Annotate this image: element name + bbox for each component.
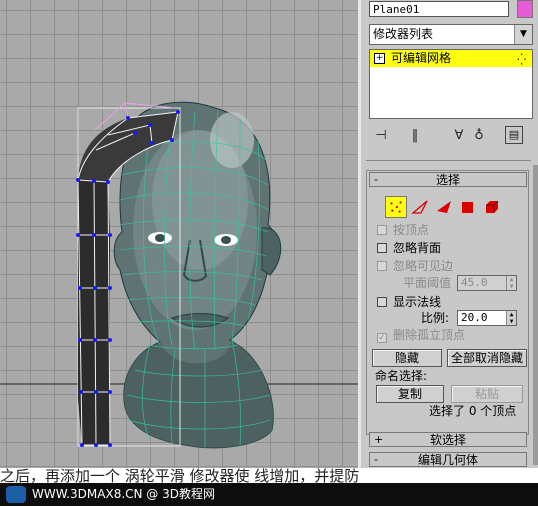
- chevron-down-icon[interactable]: ▼: [514, 25, 532, 44]
- planar-threshold-label: 平面阈值: [403, 276, 452, 290]
- stack-item-label: 可编辑网格: [391, 51, 452, 65]
- stack-item-editable-mesh[interactable]: + 可编辑网格 ⁛: [370, 50, 532, 67]
- modifier-list-label: 修改器列表: [373, 27, 434, 41]
- panel-divider: [366, 160, 531, 161]
- delete-isolated-vertices-checkbox[interactable]: ✓ 删除孤立顶点: [377, 328, 466, 343]
- spinner-arrows-icon[interactable]: ▲ ▼: [506, 311, 516, 325]
- selection-rollout-header[interactable]: - 选择: [369, 172, 527, 187]
- by-vertex-label: 按顶点: [393, 223, 430, 237]
- configure-sets-icon[interactable]: ▤: [505, 126, 523, 144]
- show-end-result-icon[interactable]: ‖: [405, 126, 425, 146]
- show-normals-label: 显示法线: [393, 295, 442, 309]
- spinner-arrows-icon[interactable]: ▲ ▼: [506, 276, 516, 290]
- by-vertex-checkbox[interactable]: 按顶点: [377, 223, 429, 237]
- hide-button[interactable]: 隐藏: [372, 349, 442, 367]
- soft-selection-rollout-title: 软选择: [429, 433, 466, 447]
- tutorial-caption: 之后，再添加一个 涡轮平滑 修改器使 线增加，并提防: [0, 468, 538, 484]
- viewport-scene: [0, 101, 358, 449]
- scale-label: 比例:: [421, 311, 450, 325]
- unhide-all-button[interactable]: 全部取消隐藏: [447, 349, 527, 367]
- watermark-footer: WWW.3DMAX8.CN @ 3D教程网: [0, 483, 538, 506]
- panel-scrollbar[interactable]: [533, 165, 538, 465]
- modifier-list-dropdown[interactable]: 修改器列表 ▼: [369, 24, 533, 45]
- checkbox-box[interactable]: ✓: [377, 333, 387, 343]
- delete-isolated-vertices-label: 删除孤立顶点: [393, 328, 466, 342]
- head-mesh: [113, 101, 282, 449]
- edit-geometry-rollout-title: 编辑几何体: [417, 453, 478, 467]
- vertex-icon[interactable]: [385, 196, 407, 218]
- perspective-viewport[interactable]: [0, 0, 358, 468]
- remove-modifier-icon[interactable]: ♁: [469, 126, 489, 146]
- object-color-swatch[interactable]: [517, 0, 533, 18]
- pin-stack-icon[interactable]: ⊣: [371, 126, 391, 146]
- planar-threshold-value: 45.0: [461, 276, 488, 289]
- subobject-icons: [385, 196, 515, 218]
- checkbox-box[interactable]: [377, 225, 387, 235]
- scale-value: 20.0: [461, 311, 488, 324]
- element-icon[interactable]: [481, 196, 503, 218]
- footer-text: WWW.3DMAX8.CN @ 3D教程网: [32, 487, 216, 501]
- checkbox-box[interactable]: [377, 261, 387, 271]
- show-normals-checkbox[interactable]: 显示法线: [377, 295, 441, 309]
- planar-threshold-spinner[interactable]: 45.0 ▲ ▼: [457, 275, 517, 291]
- expand-icon: +: [374, 433, 384, 446]
- ignore-visible-edges-checkbox[interactable]: 忽略可见边: [377, 259, 453, 273]
- object-name-field[interactable]: Plane01: [369, 1, 509, 17]
- edit-geometry-rollout-header[interactable]: - 编辑几何体: [369, 452, 527, 467]
- polygon-icon[interactable]: [457, 196, 479, 218]
- make-unique-icon[interactable]: ∀: [449, 126, 469, 146]
- collapse-icon: -: [374, 173, 378, 186]
- collapse-icon: -: [374, 453, 378, 466]
- ignore-backfacing-label: 忽略背面: [393, 241, 442, 255]
- soft-selection-rollout-header[interactable]: + 软选择: [369, 432, 527, 447]
- command-panel-modify: Plane01 修改器列表 ▼ + 可编辑网格 ⁛ ⊣ ‖ ∀ ♁ ▤ - 选择: [358, 0, 538, 468]
- ignore-visible-edges-label: 忽略可见边: [393, 259, 454, 273]
- face-icon[interactable]: [433, 196, 455, 218]
- modifier-stack[interactable]: + 可编辑网格 ⁛: [369, 49, 533, 119]
- named-selection-label: 命名选择:: [375, 369, 428, 383]
- checkbox-box[interactable]: [377, 297, 387, 307]
- copy-button[interactable]: 复制: [376, 385, 444, 403]
- edge-icon[interactable]: [409, 196, 431, 218]
- paste-button[interactable]: 粘贴: [451, 385, 523, 403]
- selection-status-text: 选择了 0 个顶点: [429, 404, 517, 418]
- expand-icon[interactable]: +: [374, 53, 385, 64]
- checkbox-box[interactable]: [377, 243, 387, 253]
- ignore-backfacing-checkbox[interactable]: 忽略背面: [377, 241, 441, 255]
- scale-spinner[interactable]: 20.0 ▲ ▼: [457, 310, 517, 326]
- vertex-subobject-icon: ⁛: [517, 53, 526, 66]
- site-logo-icon: [6, 486, 26, 503]
- stack-toolbar: ⊣ ‖ ∀ ♁ ▤: [369, 124, 533, 148]
- selection-rollout-title: 选择: [435, 173, 460, 187]
